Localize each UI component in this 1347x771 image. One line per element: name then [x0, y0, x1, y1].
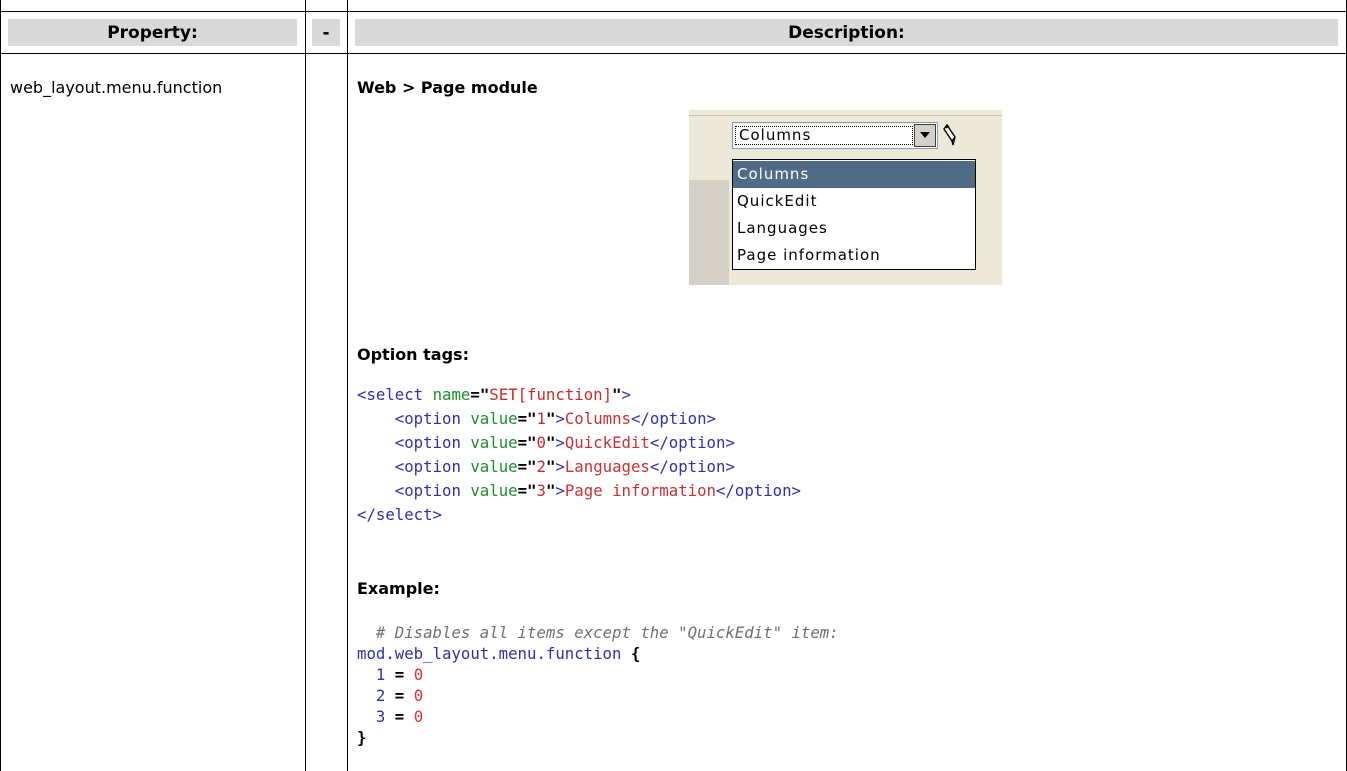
code-option-label: Page information: [564, 481, 716, 500]
dropdown-option[interactable]: Page information: [733, 242, 975, 269]
code-comment: # Disables all items except the "QuickEd…: [375, 623, 839, 642]
dropdown-option[interactable]: Columns: [733, 161, 975, 188]
code-assign-op: =: [394, 707, 405, 726]
header-property-label: Property:: [107, 22, 198, 43]
code-option-tag: <option: [394, 409, 461, 428]
dropdown-option-label: Languages: [737, 219, 828, 237]
header-property: Property:: [8, 19, 297, 46]
code-object-path: mod.web_layout.menu.function: [357, 644, 622, 663]
code-option-end: </option>: [649, 433, 735, 452]
example-code: # Disables all items except the "QuickEd…: [357, 622, 839, 748]
code-option-tag: <option: [394, 433, 461, 452]
code-option-value: 0: [536, 433, 546, 452]
code-assign-op: =: [394, 665, 405, 684]
property-name: web_layout.menu.function: [10, 78, 223, 97]
function-select[interactable]: Columns: [732, 122, 938, 149]
table-border-left: [0, 0, 1, 771]
code-assign-key: 2: [375, 686, 386, 705]
screenshot-divider: [689, 115, 1002, 116]
function-menu-screenshot: Columns Columns QuickEdit Languages Page…: [689, 110, 1002, 285]
dropdown-option[interactable]: Languages: [733, 215, 975, 242]
dropdown-arrow-icon[interactable]: [914, 124, 936, 147]
code-assign-key: 1: [375, 665, 386, 684]
dropdown-option-label: Page information: [737, 246, 881, 264]
header-dash-label: -: [322, 22, 330, 43]
code-option-attr: value: [470, 409, 518, 428]
pencil-icon[interactable]: [941, 123, 961, 147]
dropdown-option-label: QuickEdit: [737, 192, 818, 210]
header-description: Description:: [355, 19, 1338, 46]
code-close-brace: }: [357, 728, 367, 747]
dropdown-option-label: Columns: [737, 165, 810, 183]
function-dropdown-list: Columns QuickEdit Languages Page informa…: [732, 159, 976, 270]
code-assign-val: 0: [413, 665, 424, 684]
code-option-value: 2: [536, 457, 546, 476]
code-option-label: Columns: [564, 409, 631, 428]
code-option-label: QuickEdit: [564, 433, 650, 452]
option-tags-label: Option tags:: [357, 345, 469, 364]
table-header-border: [0, 53, 1347, 54]
code-assign-key: 3: [375, 707, 386, 726]
code-open-brace: {: [630, 644, 641, 663]
code-assign-op: =: [394, 686, 405, 705]
code-option-tag: <option: [394, 481, 461, 500]
code-option-attr: value: [470, 457, 518, 476]
example-label: Example:: [357, 579, 440, 598]
code-option-tag: <option: [394, 457, 461, 476]
code-select-value: SET[function]: [489, 385, 613, 404]
code-option-end: </option>: [649, 457, 735, 476]
screenshot-side-panel: [689, 180, 729, 285]
code-option-end: </option>: [715, 481, 801, 500]
table-divider-1: [305, 0, 306, 771]
header-dash: -: [312, 19, 340, 46]
header-description-label: Description:: [788, 22, 905, 43]
dropdown-option[interactable]: QuickEdit: [733, 188, 975, 215]
select-current-value: Columns: [739, 126, 812, 144]
code-select-tag: <select: [357, 385, 424, 404]
code-option-value: 1: [536, 409, 546, 428]
code-select-end: </select>: [357, 505, 443, 524]
table-top-border: [0, 11, 1347, 12]
code-option-attr: value: [470, 481, 518, 500]
code-assign-val: 0: [413, 686, 424, 705]
code-assign-val: 0: [413, 707, 424, 726]
code-select-close: >: [621, 385, 631, 404]
table-divider-2: [347, 0, 348, 771]
code-option-attr: value: [470, 433, 518, 452]
code-option-value: 3: [536, 481, 546, 500]
option-tags-code: <select name="SET[function]"> <option va…: [357, 385, 801, 524]
description-title: Web > Page module: [357, 78, 538, 97]
code-option-end: </option>: [630, 409, 716, 428]
code-option-label: Languages: [564, 457, 650, 476]
code-select-attr: name: [432, 385, 471, 404]
